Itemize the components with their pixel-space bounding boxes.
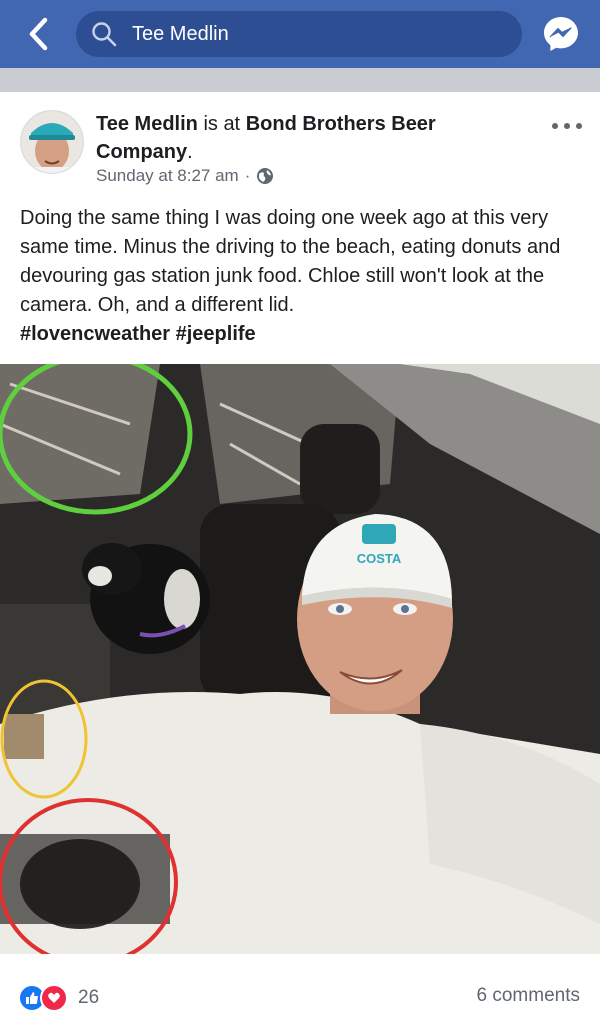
dot-icon — [552, 123, 558, 129]
post-card: Tee Medlin is at Bond Brothers Beer Comp… — [0, 92, 600, 1021]
feed-divider — [0, 68, 600, 92]
chevron-left-icon — [29, 17, 48, 51]
messenger-button[interactable] — [541, 14, 581, 54]
more-options-button[interactable] — [552, 116, 582, 136]
post-header: Tee Medlin is at Bond Brothers Beer Comp… — [96, 110, 516, 166]
dot-icon — [564, 123, 570, 129]
timestamp[interactable]: Sunday at 8:27 am — [96, 166, 239, 186]
search-query-text: Tee Medlin — [132, 22, 229, 45]
post-body: Doing the same thing I was doing one wee… — [20, 204, 584, 349]
reaction-count: 26 — [78, 987, 100, 1008]
meta-separator: · — [244, 166, 251, 185]
messenger-icon — [544, 17, 578, 51]
love-reaction-icon — [40, 984, 68, 1012]
search-icon — [90, 20, 118, 48]
dot-icon — [576, 123, 582, 129]
post-message: Doing the same thing I was doing one wee… — [20, 207, 561, 316]
post-photo[interactable]: COSTA — [0, 364, 600, 954]
cap-logo-text: COSTA — [357, 551, 402, 566]
globe-icon — [257, 168, 274, 184]
top-navigation-bar: Tee Medlin — [0, 0, 600, 68]
comments-count-link[interactable]: 6 comments — [477, 985, 580, 1007]
reactions-summary[interactable]: 26 — [18, 984, 100, 1012]
avatar[interactable] — [20, 110, 84, 174]
is-at-text: is at — [203, 113, 241, 135]
post-meta: Sunday at 8:27 am · — [96, 166, 274, 186]
search-bar[interactable]: Tee Medlin — [76, 11, 522, 57]
author-name-link[interactable]: Tee Medlin — [96, 113, 198, 135]
post-hashtags[interactable]: #lovencweather #jeeplife — [20, 320, 584, 349]
place-suffix: . — [187, 141, 193, 163]
back-button[interactable] — [20, 14, 56, 54]
